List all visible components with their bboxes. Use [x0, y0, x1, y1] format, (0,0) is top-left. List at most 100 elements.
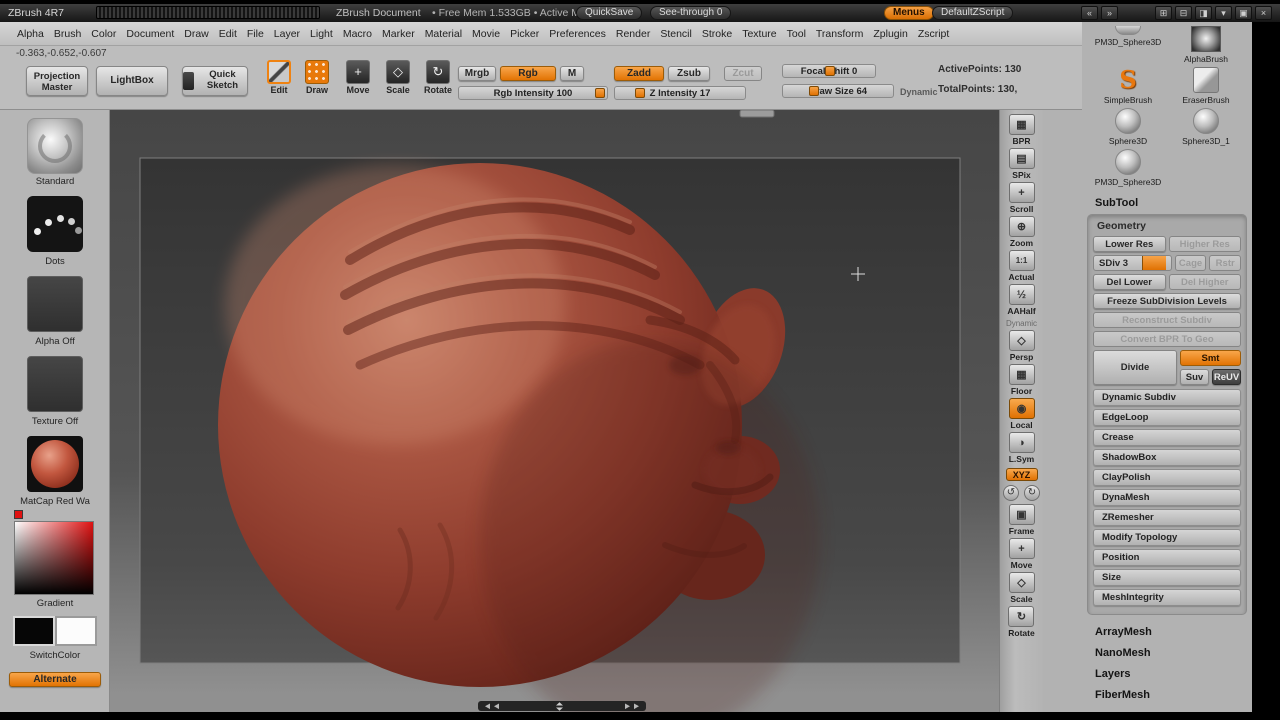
section-shadowbox[interactable]: ShadowBox: [1093, 449, 1241, 466]
m-button[interactable]: M: [560, 66, 584, 81]
section-claypolish[interactable]: ClayPolish: [1093, 469, 1241, 486]
menu-zscript[interactable]: Zscript: [913, 28, 955, 40]
menu-stencil[interactable]: Stencil: [655, 28, 697, 40]
scale-mode-button[interactable]: ◇ Scale: [381, 60, 415, 95]
default-zscript-button[interactable]: DefaultZScript: [932, 6, 1014, 20]
del-lower-button[interactable]: Del Lower: [1093, 274, 1166, 290]
bpr-button[interactable]: ▦ BPR: [1008, 114, 1035, 146]
lock-icon[interactable]: ◨: [1195, 6, 1212, 20]
fibermesh-palette-header[interactable]: FiberMesh: [1085, 684, 1249, 705]
current-color-swatch[interactable]: [14, 510, 23, 519]
tool-item[interactable]: Sphere3D_1: [1169, 106, 1243, 147]
menu-layer[interactable]: Layer: [269, 28, 305, 40]
smt-toggle[interactable]: Smt: [1180, 350, 1241, 366]
section-modify-topology[interactable]: Modify Topology: [1093, 529, 1241, 546]
section-dynamesh[interactable]: DynaMesh: [1093, 489, 1241, 506]
rstr-button[interactable]: Rstr: [1209, 255, 1241, 271]
xyz-button[interactable]: XYZ: [1005, 468, 1038, 481]
current-stroke-thumbnail[interactable]: [27, 196, 83, 252]
persp-button[interactable]: ◇ Persp: [1008, 330, 1035, 362]
actual-button[interactable]: 1:1 Actual: [1008, 250, 1035, 282]
menu-material[interactable]: Material: [420, 28, 467, 40]
menu-zplugin[interactable]: Zplugin: [868, 28, 912, 40]
current-texture-thumbnail[interactable]: [27, 356, 83, 412]
move-canvas-button[interactable]: + Move: [1008, 538, 1035, 570]
tray-toggle-right-icon[interactable]: »: [1101, 6, 1118, 20]
menu-marker[interactable]: Marker: [377, 28, 420, 40]
alternate-button[interactable]: Alternate: [9, 672, 101, 687]
main-color-swatch[interactable]: [13, 616, 55, 646]
menu-alpha[interactable]: Alpha: [12, 28, 49, 40]
menu-preferences[interactable]: Preferences: [544, 28, 611, 40]
tool-item[interactable]: Sphere3D: [1091, 106, 1165, 147]
switchcolor-label[interactable]: SwitchColor: [0, 650, 110, 661]
spin-left-icon[interactable]: ↺: [1003, 485, 1019, 501]
z-intensity-handle[interactable]: [635, 88, 645, 98]
floor-button[interactable]: ▦ Floor: [1008, 364, 1035, 396]
dynamic-persp-toggle[interactable]: Dynamic: [1006, 318, 1037, 328]
aahalf-button[interactable]: ½ AAHalf: [1007, 284, 1036, 316]
focal-shift-handle[interactable]: [825, 66, 835, 76]
menu-drop-icon[interactable]: ▾: [1215, 6, 1232, 20]
tool-item[interactable]: PM3D_Sphere3D: [1091, 24, 1165, 65]
local-button[interactable]: ◉ Local: [1008, 398, 1035, 430]
lightbox-button[interactable]: LightBox: [96, 66, 168, 96]
canvas-scrollbar[interactable]: [478, 701, 646, 711]
move-mode-button[interactable]: + Move: [341, 60, 375, 95]
tray-toggle-left-icon[interactable]: «: [1081, 6, 1098, 20]
freeze-subdivision-button[interactable]: Freeze SubDivision Levels: [1093, 293, 1241, 309]
scroll-button[interactable]: + Scroll: [1008, 182, 1035, 214]
mrgb-button[interactable]: Mrgb: [458, 66, 496, 81]
close-icon[interactable]: ×: [1255, 6, 1272, 20]
focal-shift-slider[interactable]: Focal Shift 0: [782, 64, 876, 78]
rgb-button[interactable]: Rgb: [500, 66, 556, 81]
zcut-button[interactable]: Zcut: [724, 66, 762, 81]
rotate-canvas-button[interactable]: ↻ Rotate: [1008, 606, 1035, 638]
geometry-palette-header[interactable]: Geometry: [1093, 217, 1241, 236]
subtool-palette-header[interactable]: SubTool: [1085, 192, 1249, 213]
del-higher-button[interactable]: Del Higher: [1168, 274, 1241, 290]
document-canvas[interactable]: [110, 110, 999, 712]
zadd-button[interactable]: Zadd: [614, 66, 664, 81]
menu-texture[interactable]: Texture: [737, 28, 781, 40]
canvas-top-handle[interactable]: [739, 110, 775, 118]
menu-render[interactable]: Render: [611, 28, 655, 40]
lower-res-button[interactable]: Lower Res: [1093, 236, 1166, 252]
section-dynamic-subdiv[interactable]: Dynamic Subdiv: [1093, 389, 1241, 406]
edit-mode-button[interactable]: Edit: [262, 60, 296, 95]
menu-tool[interactable]: Tool: [782, 28, 811, 40]
secondary-color-swatch[interactable]: [55, 616, 97, 646]
see-through-slider[interactable]: See-through 0: [650, 6, 732, 20]
draw-mode-button[interactable]: Draw: [300, 60, 334, 95]
section-edgeloop[interactable]: EdgeLoop: [1093, 409, 1241, 426]
section-zremesher[interactable]: ZRemesher: [1093, 509, 1241, 526]
quick-sketch-button[interactable]: Quick Sketch: [182, 66, 248, 96]
menu-edit[interactable]: Edit: [214, 28, 242, 40]
tool-item-active[interactable]: PM3D_Sphere3D: [1091, 147, 1165, 188]
rotate-mode-button[interactable]: ↻ Rotate: [421, 60, 455, 95]
color-picker[interactable]: [14, 521, 94, 595]
tool-item[interactable]: AlphaBrush: [1169, 24, 1243, 65]
higher-res-button[interactable]: Higher Res: [1168, 236, 1241, 252]
z-intensity-slider[interactable]: Z Intensity 17: [614, 86, 746, 100]
menu-transform[interactable]: Transform: [811, 28, 868, 40]
zsub-button[interactable]: Zsub: [668, 66, 710, 81]
lsym-button[interactable]: ◑ L.Sym: [1008, 432, 1035, 464]
quicksave-button[interactable]: QuickSave: [576, 6, 643, 20]
zoom-button[interactable]: ⊕ Zoom: [1008, 216, 1035, 248]
spix-slider[interactable]: ▤ SPix: [1008, 148, 1035, 180]
layers-palette-header[interactable]: Layers: [1085, 663, 1249, 684]
sdiv-slider[interactable]: SDiv 3: [1093, 255, 1172, 271]
menu-light[interactable]: Light: [305, 28, 338, 40]
reconstruct-subdiv-button[interactable]: Reconstruct Subdiv: [1093, 312, 1241, 328]
cage-button[interactable]: Cage: [1174, 255, 1207, 271]
menu-macro[interactable]: Macro: [338, 28, 377, 40]
reuv-button[interactable]: ReUV: [1212, 369, 1241, 385]
menu-draw[interactable]: Draw: [179, 28, 214, 40]
spin-right-icon[interactable]: ↻: [1024, 485, 1040, 501]
convert-bpr-button[interactable]: Convert BPR To Geo: [1093, 331, 1241, 347]
dynamic-brush-label[interactable]: Dynamic: [900, 87, 938, 97]
section-size[interactable]: Size: [1093, 569, 1241, 586]
menu-stroke[interactable]: Stroke: [697, 28, 737, 40]
menu-document[interactable]: Document: [121, 28, 179, 40]
